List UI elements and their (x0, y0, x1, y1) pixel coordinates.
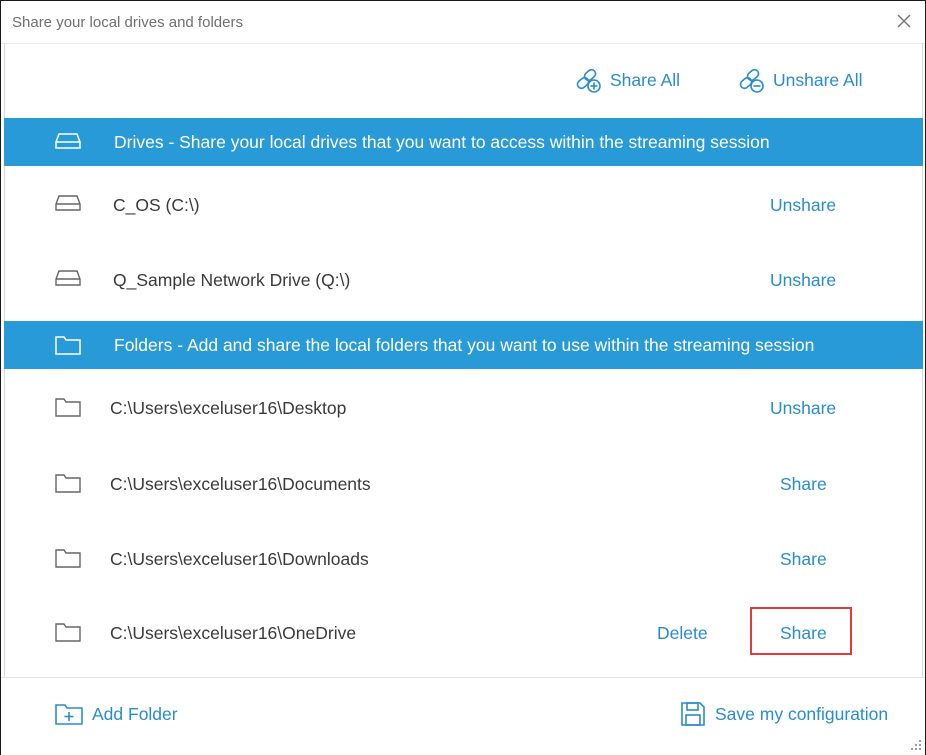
unshare-button[interactable]: Unshare (770, 270, 836, 291)
drive-label: Q_Sample Network Drive (Q:\) (113, 270, 351, 290)
share-button[interactable]: Share (780, 549, 827, 570)
unshare-button[interactable]: Unshare (770, 398, 836, 419)
folder-path: C:\Users\exceluser16\Downloads (110, 549, 369, 569)
drive-icon (55, 195, 81, 211)
list-item: C:\Users\exceluser16\Downloads Share (4, 538, 923, 578)
delete-button[interactable]: Delete (657, 623, 708, 644)
folders-section-header: Folders - Add and share the local folder… (4, 321, 923, 369)
link-remove-icon (739, 68, 764, 93)
list-item: C:\Users\exceluser16\OneDrive Delete Sha… (4, 612, 923, 652)
drive-icon (55, 133, 81, 149)
folder-path: C:\Users\exceluser16\OneDrive (110, 623, 357, 643)
save-configuration-label: Save my configuration (715, 703, 889, 724)
folder-icon (55, 474, 81, 493)
dialog-title: Share your local drives and folders (12, 14, 243, 31)
link-add-icon (576, 68, 601, 93)
list-item: Q_Sample Network Drive (Q:\) Unshare (4, 259, 923, 299)
unshare-all-label: Unshare All (773, 69, 863, 90)
resize-grip-icon[interactable] (910, 739, 922, 751)
list-item: C:\Users\exceluser16\Documents Share (4, 463, 923, 503)
share-button[interactable]: Share (780, 474, 827, 495)
folder-icon (55, 336, 81, 355)
save-configuration-button[interactable]: Save my configuration (679, 700, 888, 728)
share-all-label: Share All (610, 69, 681, 90)
share-all-button[interactable]: Share All (574, 65, 680, 95)
drives-section-header: Drives - Share your local drives that yo… (4, 118, 923, 166)
folder-icon (55, 623, 81, 642)
add-folder-button[interactable]: Add Folder (54, 702, 178, 726)
folder-icon (55, 398, 81, 417)
folder-path: C:\Users\exceluser16\Desktop (110, 398, 347, 418)
drive-icon (55, 270, 81, 286)
folder-add-icon (55, 704, 83, 725)
add-folder-label: Add Folder (92, 703, 178, 724)
list-item: C:\Users\exceluser16\Desktop Unshare (4, 387, 923, 427)
title-bar: Share your local drives and folders (1, 1, 925, 44)
dialog-footer: Add Folder Save my configuration (1, 677, 925, 755)
folder-path: C:\Users\exceluser16\Documents (110, 474, 371, 494)
folders-header-text: Folders - Add and share the local folder… (114, 335, 815, 355)
share-button[interactable]: Share (780, 623, 827, 644)
list-item: C_OS (C:\) Unshare (4, 184, 923, 224)
unshare-all-button[interactable]: Unshare All (737, 65, 863, 95)
close-icon[interactable] (895, 12, 913, 30)
drive-label: C_OS (C:\) (113, 195, 200, 215)
floppy-disk-icon (681, 702, 705, 726)
unshare-button[interactable]: Unshare (770, 195, 836, 216)
folder-icon (55, 549, 81, 568)
share-drives-dialog: Share your local drives and folders Shar… (0, 0, 926, 755)
drives-header-text: Drives - Share your local drives that yo… (114, 132, 770, 152)
